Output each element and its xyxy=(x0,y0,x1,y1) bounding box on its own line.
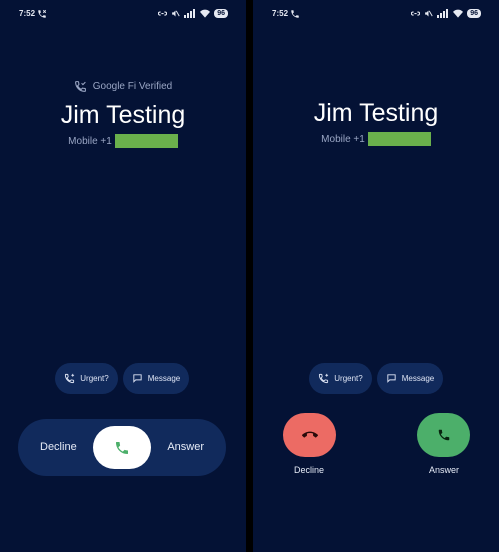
verified-badge: Google Fi Verified xyxy=(0,80,246,93)
phone-icon xyxy=(438,429,449,441)
status-time: 7:52 xyxy=(19,9,36,18)
status-icons: 96 xyxy=(158,9,228,18)
caller-name: Jim Testing xyxy=(60,101,186,129)
phone-hangup-icon xyxy=(301,431,318,438)
decline-button-label: Decline xyxy=(293,465,324,475)
status-bar: 7:52 96 xyxy=(253,0,499,28)
link-icon xyxy=(158,11,168,16)
battery-indicator: 96 xyxy=(214,9,228,18)
caller-number: Mobile +1 xyxy=(253,132,499,146)
phone-urgent-icon xyxy=(319,373,329,384)
caller-name: Jim Testing xyxy=(313,99,439,127)
message-chip[interactable]: Message xyxy=(123,363,189,394)
phone-check-icon xyxy=(74,81,86,92)
caller-number-prefix: Mobile +1 xyxy=(68,135,112,147)
swipe-to-answer-track[interactable]: Decline Answer xyxy=(18,419,226,476)
message-bubble-icon xyxy=(387,374,396,383)
status-bar: 7:52 96 xyxy=(0,0,246,28)
swipe-answer-label: Answer xyxy=(167,441,204,453)
phone-icon xyxy=(38,9,47,18)
swipe-decline-label: Decline xyxy=(40,441,77,453)
phone-urgent-icon xyxy=(65,373,75,384)
mute-icon xyxy=(172,10,180,17)
urgent-chip-label: Urgent? xyxy=(80,374,109,383)
caller-number-prefix: Mobile +1 xyxy=(321,133,365,145)
message-bubble-icon xyxy=(133,374,142,383)
decline-button[interactable] xyxy=(283,413,336,457)
incoming-call-screen-buttons: 7:52 96 Jim Testing Mobile +1 Urgent? Me… xyxy=(253,0,499,552)
signal-icon xyxy=(437,9,449,18)
split-screenshot: 7:52 96 Google Fi Verified Jim Testing M xyxy=(0,0,499,552)
wifi-icon xyxy=(453,9,464,18)
answer-button[interactable] xyxy=(417,413,470,457)
status-time: 7:52 xyxy=(272,9,289,18)
battery-indicator: 96 xyxy=(467,9,481,18)
mute-icon xyxy=(425,10,433,17)
message-chip-label: Message xyxy=(401,374,435,383)
phone-icon xyxy=(116,441,128,454)
incoming-call-screen-swipe: 7:52 96 Google Fi Verified Jim Testing M xyxy=(0,0,246,552)
urgent-chip[interactable]: Urgent? xyxy=(309,363,372,394)
urgent-chip-label: Urgent? xyxy=(334,374,363,383)
wifi-icon xyxy=(200,9,211,18)
urgent-chip[interactable]: Urgent? xyxy=(55,363,118,394)
signal-icon xyxy=(184,9,196,18)
message-chip-label: Message xyxy=(147,374,181,383)
caller-number: Mobile +1 xyxy=(0,134,246,148)
message-chip[interactable]: Message xyxy=(377,363,443,394)
swipe-handle[interactable] xyxy=(93,426,151,469)
redacted-number xyxy=(114,134,178,148)
verified-label: Google Fi Verified xyxy=(92,81,173,92)
redacted-number xyxy=(367,132,431,146)
link-icon xyxy=(411,11,421,16)
answer-button-label: Answer xyxy=(428,465,459,475)
phone-icon xyxy=(291,10,299,18)
status-icons: 96 xyxy=(411,9,481,18)
